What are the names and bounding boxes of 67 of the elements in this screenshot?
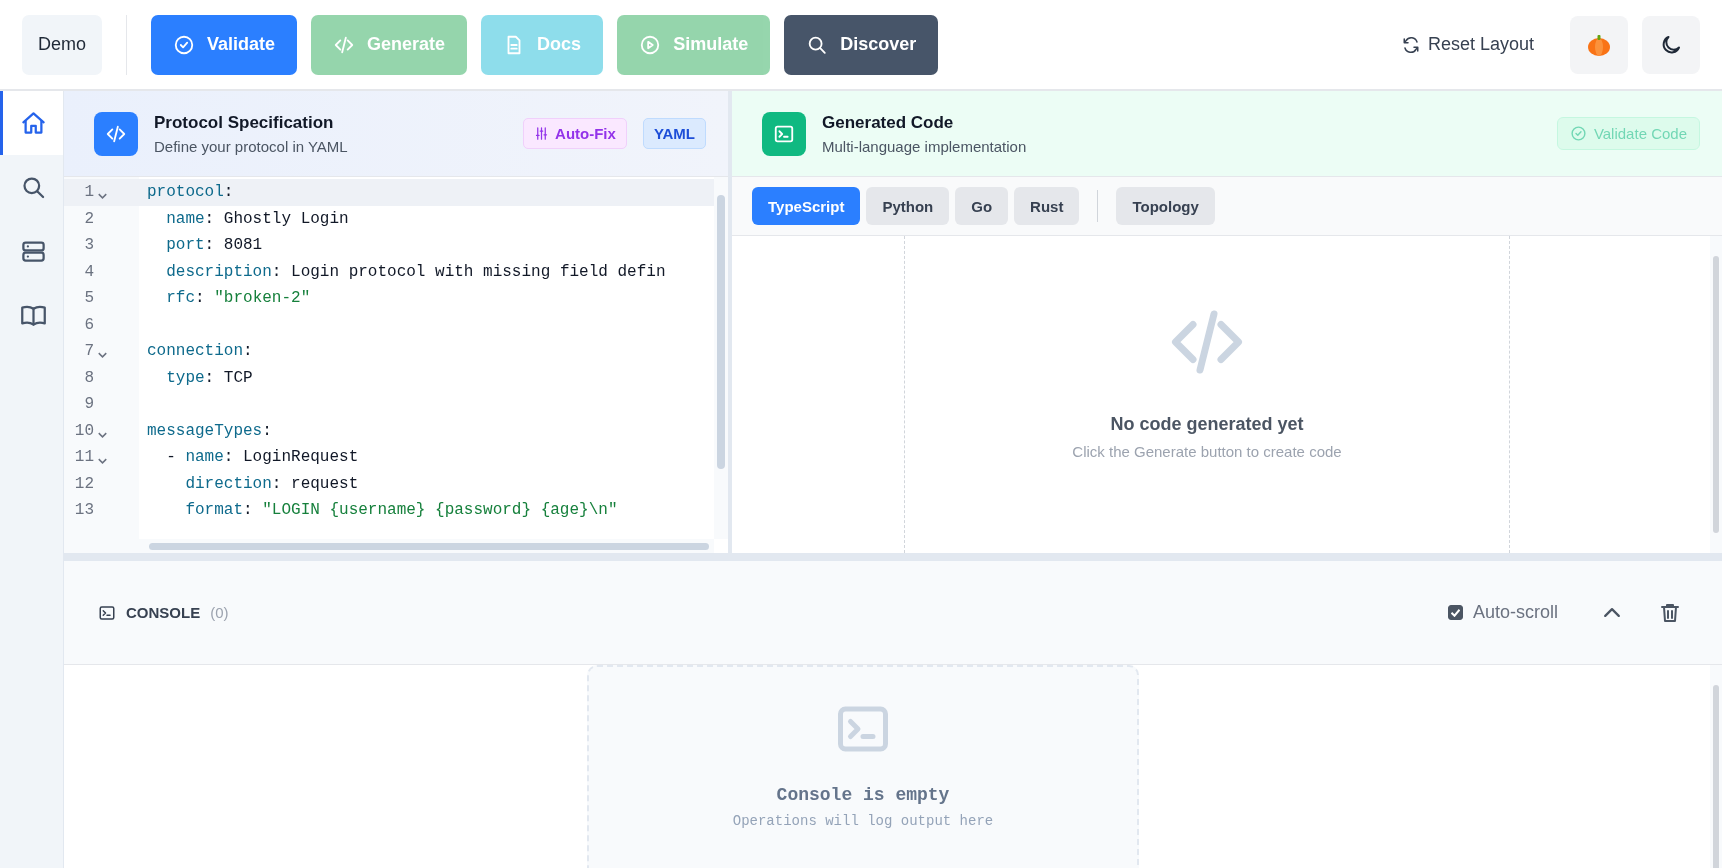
empty-state-title: No code generated yet: [1110, 413, 1304, 435]
terminal-icon: [98, 603, 116, 622]
panel-title: Protocol Specification: [154, 112, 335, 133]
line-number: 12: [73, 473, 94, 495]
sliders-icon: [534, 126, 550, 141]
line-number: 6: [83, 314, 94, 336]
code-line: protocol:: [147, 182, 234, 203]
console-count: (0): [210, 604, 229, 621]
sidebar-item[interactable]: [0, 91, 63, 155]
toolbar-button[interactable]: Discover: [784, 14, 939, 75]
play-icon: [639, 33, 662, 56]
line-number: 7: [83, 341, 94, 362]
format-badge: YAML: [642, 118, 706, 149]
code-line: connection:: [147, 341, 253, 362]
line-number: 13: [73, 500, 94, 521]
code-line: name: Ghostly Login: [165, 208, 349, 230]
empty-state-text: Operations will log output here: [732, 813, 994, 829]
language-tab[interactable]: Go: [955, 187, 1009, 225]
check-icon: [1569, 125, 1587, 142]
panel-subtitle: Define your protocol in YAML: [154, 137, 349, 155]
dark-mode-button[interactable]: [1642, 15, 1700, 74]
checkbox-label: Auto-scroll: [1472, 602, 1558, 623]
line-number: 9: [83, 394, 94, 415]
code-line: rfc: "broken-2": [165, 288, 311, 309]
fold-icon[interactable]: [98, 431, 107, 438]
line-number: 8: [83, 367, 94, 389]
chevron-up-icon: [1604, 608, 1620, 617]
scrollbar[interactable]: [1710, 236, 1722, 553]
line-number: 10: [73, 420, 94, 442]
refresh-icon: [1401, 35, 1420, 54]
panel-title: Generated Code: [822, 112, 955, 133]
check-icon: [1450, 608, 1460, 617]
check-icon: [173, 33, 195, 56]
view-tab[interactable]: Topology: [1116, 187, 1215, 225]
line-number: 4: [83, 261, 94, 283]
code-line: messageTypes:: [147, 420, 272, 442]
demo-button[interactable]: Demo: [22, 14, 102, 75]
scrollbar[interactable]: [714, 177, 728, 539]
language-tab[interactable]: Rust: [1014, 187, 1080, 225]
code-line: direction: request: [184, 473, 359, 495]
console-title: CONSOLE: [126, 604, 201, 621]
toolbar-button[interactable]: Validate: [151, 14, 298, 75]
code-line: type: TCP: [165, 367, 253, 389]
theme-button[interactable]: [1570, 15, 1628, 74]
language-tab[interactable]: Python: [866, 187, 950, 225]
scrollbar[interactable]: [139, 539, 714, 553]
language-tab[interactable]: TypeScript: [752, 187, 861, 225]
empty-state-title: Console is empty: [776, 785, 950, 805]
code-line: - name: LoginRequest: [165, 447, 359, 468]
code-line: description: Login protocol with missing field defin: [165, 261, 666, 283]
line-number: 1: [83, 182, 94, 203]
empty-state-text: Click the Generate button to create code: [1072, 442, 1342, 460]
code-line: format: "LOGIN {username} {password} {age}\n": [184, 500, 618, 521]
auto-scroll-checkbox[interactable]: [1447, 605, 1463, 620]
scrollbar[interactable]: [1710, 665, 1722, 868]
reset-layout-button[interactable]: Reset Layout: [1395, 33, 1540, 56]
fold-icon[interactable]: [98, 193, 107, 200]
auto-fix-button[interactable]: Auto-Fix: [523, 118, 627, 149]
home-icon: [19, 109, 47, 137]
panel-subtitle: Multi-language implementation: [822, 137, 1028, 155]
line-number: 2: [83, 208, 94, 230]
line-number: 5: [83, 288, 94, 309]
fold-icon[interactable]: [98, 458, 107, 465]
line-number: 3: [83, 235, 94, 256]
line-number: 11: [73, 447, 94, 468]
code-line: port: 8081: [165, 235, 263, 256]
fold-icon[interactable]: [98, 352, 107, 359]
